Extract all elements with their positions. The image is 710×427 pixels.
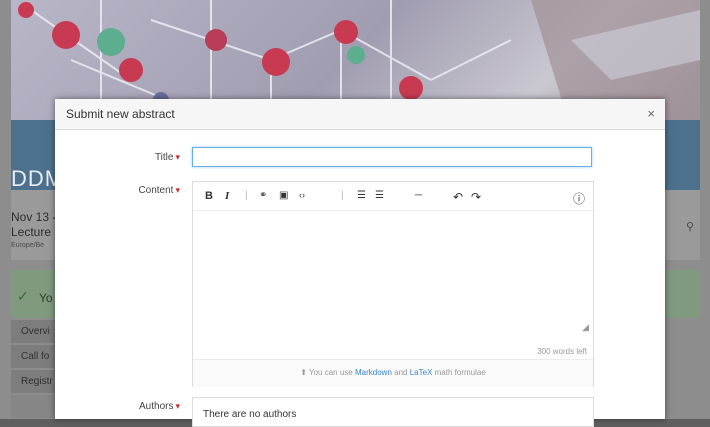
submit-abstract-dialog: Submit new abstract × Title ▾ Content ▾ B … (55, 99, 665, 427)
help-icon[interactable]: ⓘ (573, 190, 585, 207)
toolbar-separator: | (245, 190, 248, 201)
event-date: Nov 13 - (11, 210, 57, 224)
close-icon[interactable]: × (647, 106, 655, 121)
content-textarea[interactable] (193, 210, 593, 338)
horizontal-rule-icon[interactable]: ─ (415, 190, 422, 201)
authors-label-text: Authors (139, 401, 174, 412)
content-label: Content ▾ (70, 185, 180, 196)
bold-button[interactable]: B (205, 190, 213, 202)
menu-item-overview[interactable]: Overvi (11, 320, 55, 343)
code-icon[interactable]: ‹› (299, 190, 305, 200)
title-input[interactable] (192, 147, 592, 167)
words-left-counter: 300 words left (537, 347, 587, 356)
required-icon: ▾ (175, 185, 180, 195)
event-location: Europe/Be (11, 242, 45, 249)
ordered-list-icon[interactable]: ☰ (357, 190, 366, 201)
hint-text-middle: and (394, 368, 408, 377)
menu-item-more[interactable] (11, 395, 55, 418)
content-editor: B I | ⚭ ▣ ‹› | ☰ ☰ ─ ↶ ↷ ⓘ ◢ 300 words l… (192, 181, 594, 387)
content-label-text: Content (138, 185, 174, 196)
editor-toolbar: B I | ⚭ ▣ ‹› | ☰ ☰ ─ ↶ ↷ ⓘ (193, 182, 593, 211)
dialog-title: Submit new abstract (66, 107, 175, 121)
required-icon: ▾ (175, 401, 180, 411)
resize-handle-icon[interactable]: ◢ (582, 322, 589, 333)
no-authors-message: There are no authors (203, 409, 297, 420)
hint-text-before: You can use (309, 368, 353, 377)
redo-icon[interactable]: ↷ (471, 190, 481, 204)
latex-link[interactable]: LaTeX (410, 368, 433, 377)
title-label-text: Title (154, 152, 174, 163)
menu-item-registration[interactable]: Registr (11, 370, 55, 393)
event-category: Lecture (11, 225, 52, 239)
image-icon[interactable]: ▣ (279, 190, 288, 201)
check-icon: ✓ (17, 288, 29, 304)
authors-list: There are no authors (192, 397, 594, 427)
markdown-link[interactable]: Markdown (355, 368, 392, 377)
dialog-header: Submit new abstract × (55, 99, 665, 130)
side-menu: Overvi Call fo Registr (11, 320, 55, 420)
italic-button[interactable]: I (225, 190, 229, 202)
toolbar-separator: | (341, 190, 344, 201)
search-icon[interactable]: ⚲ (686, 220, 694, 233)
menu-item-call-for-abstracts[interactable]: Call fo (11, 345, 55, 368)
title-label: Title ▾ (70, 152, 180, 163)
undo-icon[interactable]: ↶ (453, 190, 463, 204)
notice-text: Yo (39, 291, 53, 305)
hint-text-after: math formulae (434, 368, 486, 377)
authors-label: Authors ▾ (70, 401, 180, 412)
upload-arrow-icon: ⬆ (300, 368, 307, 377)
unordered-list-icon[interactable]: ☰ (375, 190, 384, 201)
link-icon[interactable]: ⚭ (259, 190, 267, 201)
required-icon: ▾ (175, 152, 180, 162)
editor-hint: ⬆ You can use Markdown and LaTeX math fo… (193, 359, 593, 387)
